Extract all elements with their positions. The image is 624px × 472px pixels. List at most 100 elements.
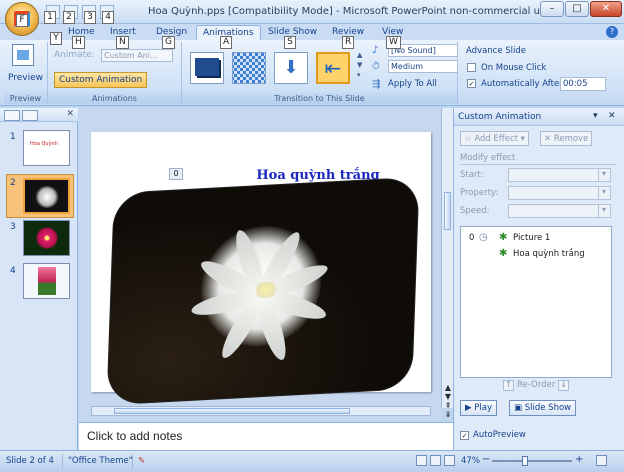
remove-label: Remove (553, 134, 589, 144)
property-select[interactable] (508, 186, 611, 200)
keytip-home: H (72, 36, 85, 49)
animate-select[interactable]: Custom Ani... (101, 49, 173, 62)
close-button[interactable]: ✕ (590, 1, 622, 17)
slide-show-label: Slide Show (524, 403, 572, 413)
vertical-scroll-thumb[interactable] (444, 192, 451, 230)
auto-after-checkbox[interactable]: ✓ (467, 79, 476, 88)
speed-label: Speed: (460, 206, 490, 216)
transition-dissolve[interactable] (232, 52, 266, 84)
keytip-insert: N (116, 36, 129, 49)
zoom-out-icon[interactable]: − (482, 454, 490, 465)
on-mouse-click-checkbox[interactable] (467, 63, 476, 72)
transition-wipe-down[interactable] (274, 52, 308, 84)
autopreview-label: AutoPreview (473, 430, 526, 440)
preview-button[interactable]: Preview (8, 73, 43, 83)
slide-thumb-4[interactable] (23, 263, 70, 299)
slide-show-button[interactable]: ▣ Slide Show (509, 400, 577, 416)
notes-pane[interactable]: Click to add notes (79, 422, 453, 450)
help-icon[interactable]: ? (606, 26, 618, 38)
preview-group-label: Preview (4, 93, 47, 104)
pane-menu-icon[interactable]: ▾ (593, 111, 598, 121)
status-separator (132, 454, 133, 468)
pane-title: Custom Animation (458, 112, 542, 122)
slide-sorter-view-icon[interactable] (430, 455, 441, 466)
slide-show-view-icon[interactable] (444, 455, 455, 466)
pane-close-icon[interactable]: ✕ (608, 111, 616, 121)
slides-panel-tabs: ✕ (0, 108, 78, 122)
animation-order-tag[interactable]: 0 (169, 168, 183, 180)
autopreview-checkbox[interactable]: ✓ (460, 431, 469, 440)
slide-thumb-2[interactable] (23, 178, 70, 214)
status-separator (62, 454, 63, 468)
mouse-icon: ◷ (479, 232, 488, 243)
close-icon[interactable]: ✕ (66, 109, 74, 119)
pane-header: Custom Animation ▾ ✕ (454, 108, 624, 126)
animations-group: Animate: Custom Ani... Custom Animation … (48, 42, 182, 104)
pink-flower-thumb-icon (36, 227, 58, 249)
keytip-animations: A (220, 36, 233, 49)
list-item-index: 0 (469, 233, 475, 243)
zoom-in-icon[interactable]: + (575, 454, 583, 465)
property-label: Property: (460, 188, 499, 198)
flower-thumb-icon (35, 186, 59, 208)
zoom-slider-handle[interactable] (522, 456, 528, 466)
fit-to-window-icon[interactable] (596, 455, 607, 466)
preview-group: Preview Preview (4, 42, 48, 104)
custom-animation-button[interactable]: Custom Animation (54, 72, 148, 88)
zoom-level[interactable]: 47% (461, 456, 480, 466)
red-flower-thumb-icon (38, 267, 56, 295)
normal-view-icon[interactable] (416, 455, 427, 466)
animation-list[interactable]: 0 ◷ ✱ Picture 1 ✱ Hoa quỳnh trắng (460, 226, 612, 378)
keytip-qat-1: 1 (44, 11, 56, 24)
keytip-qat-4: 4 (102, 11, 114, 24)
animate-label: Animate: (54, 50, 95, 60)
ribbon-tab-row: Home Insert Design Animations Slide Show… (0, 24, 624, 40)
play-button[interactable]: ▶ Play (460, 400, 497, 416)
modify-effect-divider (460, 164, 616, 165)
preview-icon[interactable] (12, 44, 34, 66)
slide-nav-arrows[interactable]: ▲ ▼ ⇞ ⇟ (443, 383, 453, 419)
add-effect-label: Add Effect (474, 134, 518, 144)
sound-icon: ♪ (372, 45, 379, 56)
add-effect-button[interactable]: ☆ Add Effect ▾ (460, 131, 529, 146)
slide-thumb-1[interactable]: Hoa Quỳnh (23, 130, 70, 166)
horizontal-scrollbar[interactable] (91, 406, 431, 416)
horizontal-scroll-thumb[interactable] (114, 408, 350, 414)
outline-tab[interactable] (22, 110, 38, 121)
slide-number-2: 2 (10, 178, 16, 188)
transition-gallery-scroll[interactable]: ▲ ▼ ▾ (357, 50, 365, 82)
advance-slide-title: Advance Slide (466, 46, 527, 56)
transition-speed-select[interactable]: Medium (388, 60, 458, 73)
slide-canvas[interactable]: 0 Hoa quỳnh trắng (91, 132, 431, 405)
speed-select[interactable] (508, 204, 611, 218)
transition-no-transition[interactable] (190, 52, 224, 84)
custom-animation-pane: Custom Animation ▾ ✕ ☆ Add Effect ▾ ✕ Re… (453, 108, 624, 450)
minimize-button[interactable]: – (540, 1, 564, 17)
animations-group-label: Animations (48, 93, 181, 104)
spellcheck-icon[interactable]: ✎ (138, 456, 145, 466)
transition-push-left[interactable] (316, 52, 350, 84)
slide-number-4: 4 (10, 266, 16, 276)
slides-tab[interactable] (4, 110, 20, 121)
keytip-ribbon-help: Y (50, 32, 62, 45)
notes-placeholder[interactable]: Click to add notes (87, 429, 182, 443)
list-item[interactable]: Picture 1 (513, 233, 550, 243)
zoom-slider[interactable] (492, 460, 572, 462)
speed-icon: ⏱ (372, 61, 380, 72)
start-select[interactable] (508, 168, 611, 182)
effect-star-icon: ✱ (499, 232, 508, 243)
maximize-button[interactable]: □ (565, 1, 589, 17)
slide-editing-area: 0 Hoa quỳnh trắng (79, 108, 441, 420)
move-up-icon[interactable]: ↑ (503, 380, 514, 391)
reorder-label: Re-Order (517, 380, 556, 390)
auto-after-time-input[interactable]: 00:05 (560, 77, 606, 91)
vertical-scrollbar[interactable] (441, 108, 453, 408)
remove-button[interactable]: ✕ Remove (540, 131, 593, 146)
auto-after-label: Automatically After: (481, 79, 566, 89)
flower-picture[interactable] (107, 177, 419, 405)
list-item[interactable]: Hoa quỳnh trắng (513, 249, 585, 259)
slide-thumb-3[interactable] (23, 220, 70, 256)
apply-to-all-button[interactable]: Apply To All (388, 79, 437, 89)
move-down-icon[interactable]: ↓ (558, 380, 570, 391)
transition-group-label: Transition to This Slide (182, 93, 457, 104)
